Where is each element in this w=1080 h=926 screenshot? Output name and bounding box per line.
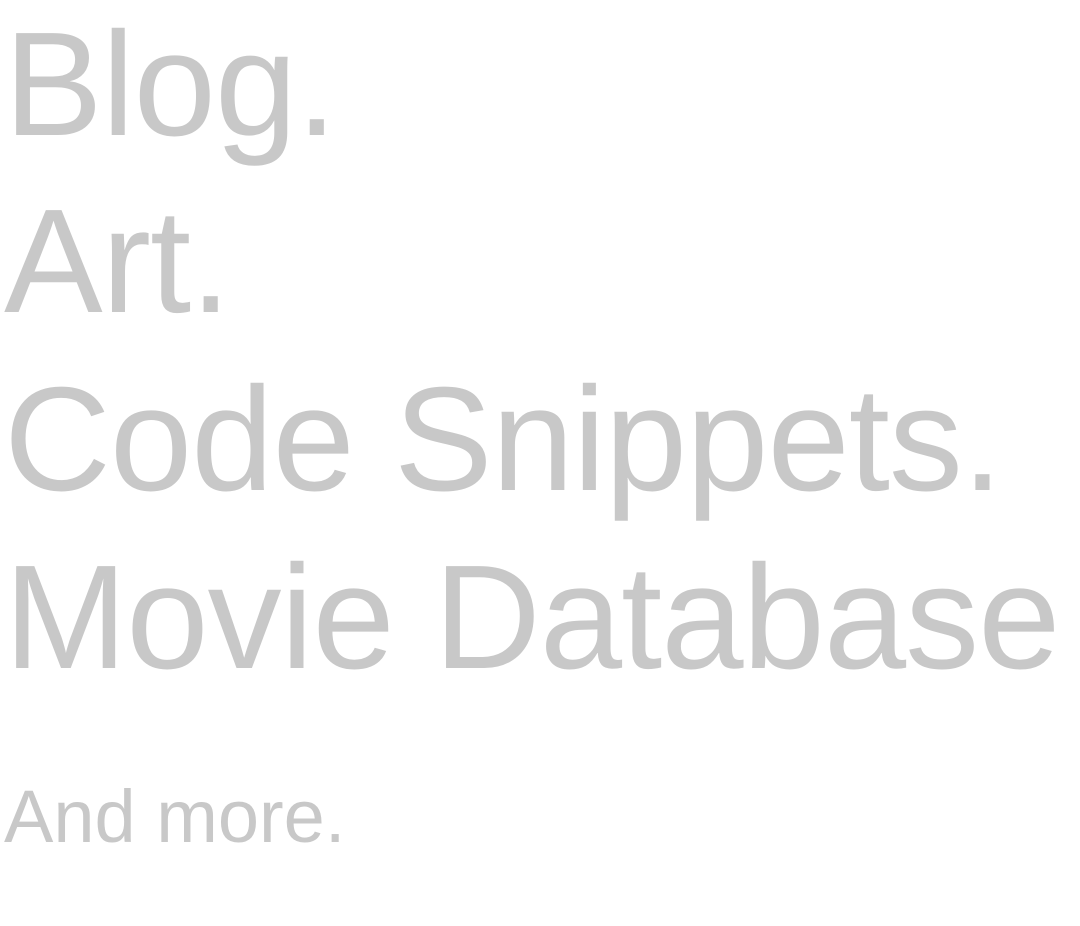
and-more-text: And more. — [4, 775, 346, 858]
nav-link-movie-database[interactable]: Movie Database — [4, 544, 1060, 692]
nav-link-art[interactable]: Art. — [4, 188, 231, 336]
nav-link-code-snippets[interactable]: Code Snippets. — [4, 366, 1003, 514]
page: Blog. Art. Code Snippets. Movie Database… — [0, 0, 1080, 926]
nav-link-blog[interactable]: Blog. — [4, 11, 337, 159]
